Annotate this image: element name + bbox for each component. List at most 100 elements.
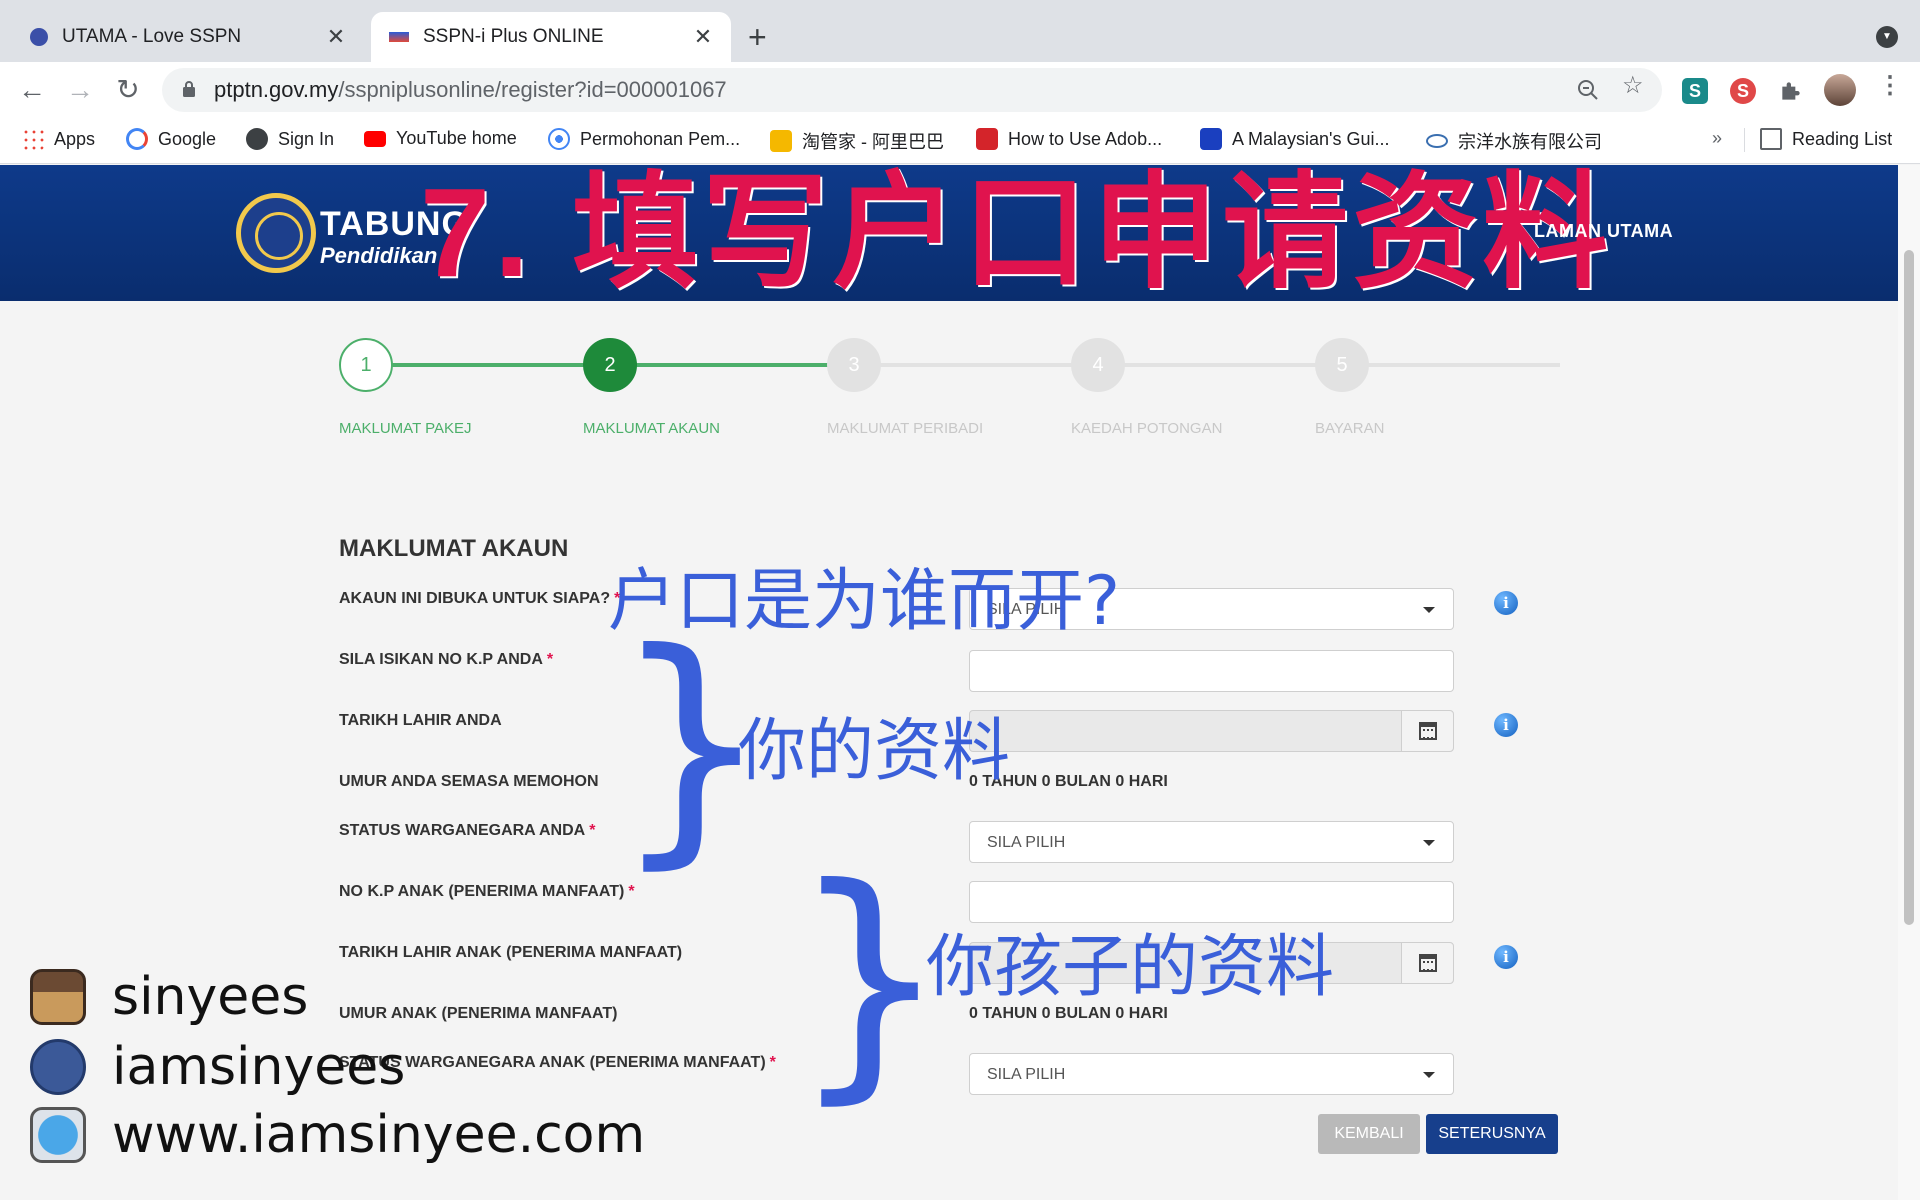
select-value: SILA PILIH xyxy=(987,1066,1066,1083)
child-citizen-select[interactable]: SILA PILIH xyxy=(969,1053,1454,1095)
facebook-handle: iamsinyees xyxy=(112,1037,406,1097)
overlay-heading: 7. 填写户口申请资料 xyxy=(420,165,1613,303)
bookmark-taoguanjia[interactable]: 淘管家 - 阿里巴巴 xyxy=(770,128,944,154)
child-age-label: UMUR ANAK (PENERIMA MANFAAT) xyxy=(339,1005,618,1022)
info-icon[interactable]: i xyxy=(1494,713,1518,737)
bookmark-label: 宗洋水族有限公司 xyxy=(1458,132,1602,152)
scrollbar-thumb[interactable] xyxy=(1904,250,1914,925)
label-text: SILA ISIKAN NO K.P ANDA xyxy=(339,651,543,668)
label-text: AKAUN INI DIBUKA UNTUK SIAPA? xyxy=(339,590,611,607)
url-text: ptptn.gov.my/sspniplusonline/register?id… xyxy=(214,77,727,103)
bookmarks-overflow[interactable]: » xyxy=(1712,128,1722,149)
bookmark-youtube-home[interactable]: YouTube home xyxy=(364,128,517,149)
back-button[interactable]: KEMBALI xyxy=(1318,1114,1420,1154)
divider xyxy=(1744,128,1745,152)
annotation-your-info: 你的资料 xyxy=(738,712,1011,791)
citizen-label: STATUS WARGANEGARA ANDA * xyxy=(339,822,595,840)
step-1-label: MAKLUMAT PAKEJ xyxy=(339,420,472,437)
lock-icon xyxy=(183,81,195,97)
tab-title: SSPN-i Plus ONLINE xyxy=(423,26,604,47)
tabung-favicon-icon xyxy=(30,28,48,46)
forward-arrow-icon[interactable]: → xyxy=(62,72,98,108)
step-connector xyxy=(854,363,1560,367)
extension-red-s-icon[interactable]: S xyxy=(1730,78,1756,104)
bookmark-label: YouTube home xyxy=(396,128,517,148)
info-icon[interactable]: i xyxy=(1494,591,1518,615)
step-2-circle: 2 xyxy=(583,338,637,392)
step-connector xyxy=(610,363,854,367)
reading-list[interactable]: Reading List xyxy=(1760,128,1892,150)
select-value: SILA PILIH xyxy=(987,834,1066,851)
e-icon xyxy=(1200,128,1222,150)
bookmark-sign-in[interactable]: Sign In xyxy=(246,128,334,150)
nav-laman-utama[interactable]: LAMAN UTAMA xyxy=(1534,221,1673,242)
bookmark-label: How to Use Adob... xyxy=(1008,128,1163,149)
back-arrow-icon[interactable]: ← xyxy=(14,72,50,108)
menu-kebab-icon[interactable]: ⋮ xyxy=(1878,71,1902,100)
reading-list-label: Reading List xyxy=(1792,128,1893,149)
next-button[interactable]: SETERUSNYA xyxy=(1426,1114,1558,1154)
ic-input[interactable] xyxy=(969,650,1454,692)
bookmark-malaysian-guide[interactable]: A Malaysian's Gui... xyxy=(1200,128,1390,150)
google-icon xyxy=(126,128,148,150)
caret-down-icon xyxy=(1423,840,1435,846)
social-website: www.iamsinyee.com xyxy=(30,1105,645,1165)
annotation-child-info: 你孩子的资料 xyxy=(926,928,1335,1007)
section-title: MAKLUMAT AKAUN xyxy=(339,535,569,562)
caret-down-icon xyxy=(1423,1072,1435,1078)
bookmark-adobe[interactable]: How to Use Adob... xyxy=(976,128,1162,150)
tab-utama-love-sspn[interactable]: UTAMA - Love SSPN ✕ xyxy=(12,12,364,62)
required-mark: * xyxy=(546,651,554,668)
instagram-icon xyxy=(30,969,86,1025)
calendar-button[interactable] xyxy=(1401,711,1453,751)
bookmark-label: Permohonan Pem... xyxy=(580,128,741,149)
citizen-select[interactable]: SILA PILIH xyxy=(969,821,1454,863)
step-5-label: BAYARAN xyxy=(1315,420,1385,437)
extensions-puzzle-icon[interactable] xyxy=(1778,78,1804,104)
close-icon[interactable]: ✕ xyxy=(326,24,346,50)
tabung-pendidikan-logo[interactable]: TABUNG Pendidikan xyxy=(236,193,468,273)
safari-compass-icon xyxy=(30,1107,86,1163)
bookmark-permohonan[interactable]: Permohonan Pem... xyxy=(548,128,740,150)
new-tab-button[interactable]: + xyxy=(748,18,767,56)
step-4-label: KAEDAH POTONGAN xyxy=(1071,420,1223,437)
url-host: ptptn.gov.my xyxy=(214,77,339,102)
website-url: www.iamsinyee.com xyxy=(112,1105,646,1165)
step-connector xyxy=(366,363,610,367)
age-label: UMUR ANDA SEMASA MEMOHON xyxy=(339,773,599,790)
label-text: STATUS WARGANEGARA ANDA xyxy=(339,822,586,839)
close-icon[interactable]: ✕ xyxy=(693,24,713,50)
apps-grid-icon xyxy=(22,128,44,150)
bookmark-zongyang[interactable]: 宗洋水族有限公司 xyxy=(1426,128,1602,154)
step-4-circle: 4 xyxy=(1071,338,1125,392)
reload-icon[interactable]: ↻ xyxy=(110,72,146,108)
bookmark-star-icon[interactable]: ☆ xyxy=(1622,71,1644,100)
zoom-icon[interactable] xyxy=(1576,78,1600,102)
profile-avatar[interactable] xyxy=(1824,74,1856,106)
browser-toolbar: ← → ↻ ptptn.gov.my/sspniplusonline/regis… xyxy=(0,62,1920,118)
address-bar[interactable]: ptptn.gov.my/sspniplusonline/register?id… xyxy=(162,68,1662,112)
tab-title: UTAMA - Love SSPN xyxy=(62,26,242,47)
social-facebook: iamsinyees xyxy=(30,1037,405,1097)
calendar-button[interactable] xyxy=(1401,943,1453,983)
site-header: TABUNG Pendidikan 7. 填写户口申请资料 LAMAN UTAM… xyxy=(0,165,1898,301)
taoguanjia-icon xyxy=(770,130,792,152)
tab-sspn-i-plus-online[interactable]: SSPN-i Plus ONLINE ✕ xyxy=(371,12,731,62)
tab-search-icon[interactable]: ▼ xyxy=(1876,26,1898,48)
caret-down-icon xyxy=(1423,607,1435,613)
info-icon[interactable]: i xyxy=(1494,945,1518,969)
social-instagram: sinyees xyxy=(30,967,308,1027)
sspn-favicon-icon xyxy=(389,32,409,42)
required-mark: * xyxy=(769,1054,776,1071)
extension-s-icon[interactable]: S xyxy=(1682,78,1708,104)
bookmark-label: Google xyxy=(158,128,217,149)
radio-icon xyxy=(548,128,570,150)
bookmark-google[interactable]: Google xyxy=(126,128,216,150)
child-ic-label: NO K.P ANAK (PENERIMA MANFAAT) * xyxy=(339,883,635,901)
bookmark-apps[interactable]: Apps xyxy=(22,128,95,150)
globe-icon xyxy=(246,128,268,150)
reading-list-icon xyxy=(1760,128,1782,150)
bookmark-label: Apps xyxy=(54,128,96,149)
step-5-circle: 5 xyxy=(1315,338,1369,392)
dob-date-input[interactable] xyxy=(969,710,1454,752)
